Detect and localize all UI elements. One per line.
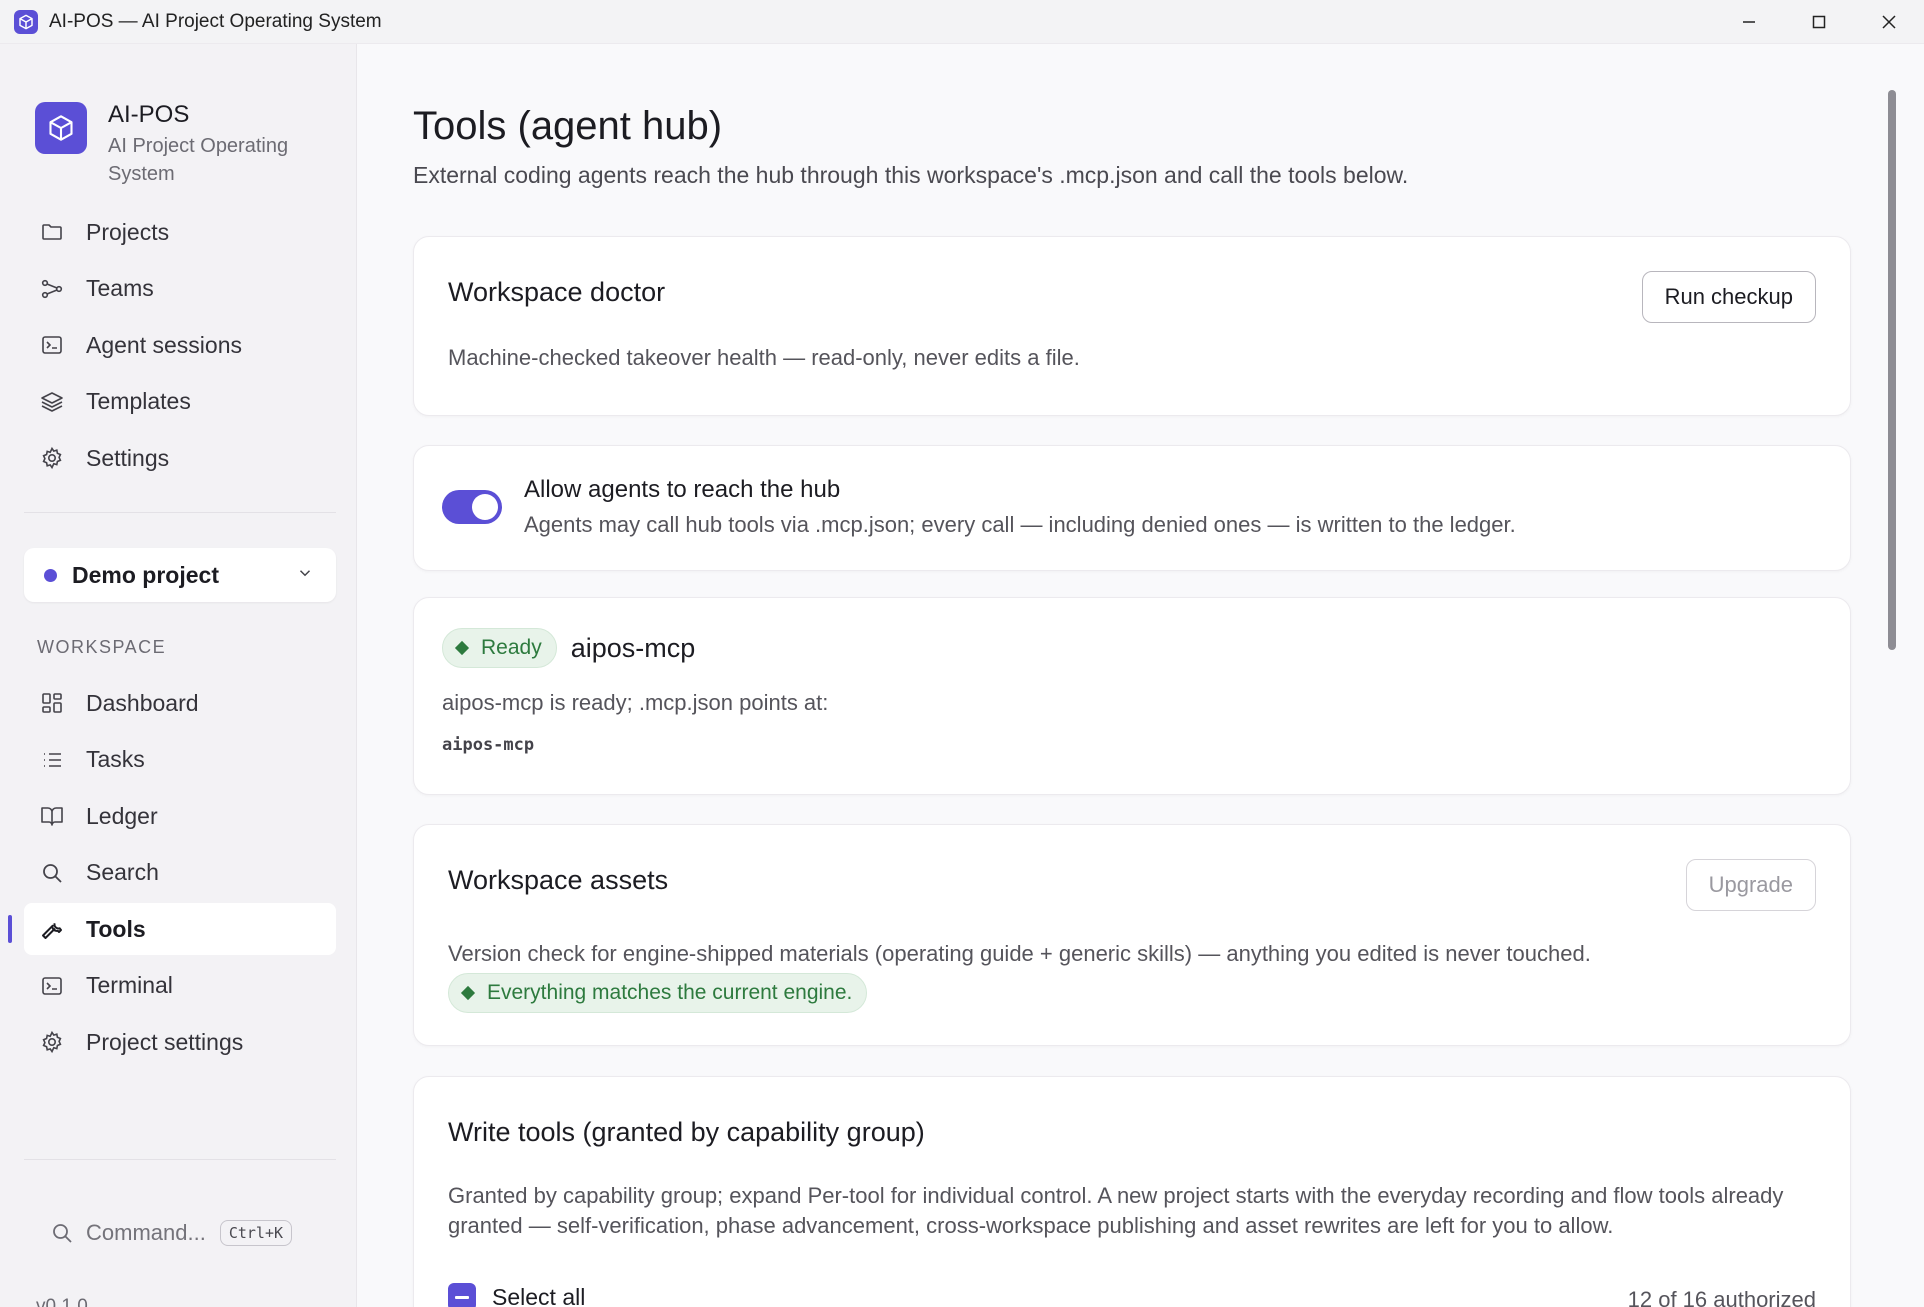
select-all-label: Select all [492,1283,586,1307]
grid-icon [38,689,66,717]
card-title: Workspace doctor [448,277,666,307]
project-color-dot [44,568,57,582]
select-all-checkbox[interactable] [448,1283,476,1307]
server-description: aipos-mcp is ready; .mcp.json points at: [442,690,829,715]
command-palette-button[interactable]: Command... Ctrl+K [50,1220,293,1246]
nav-label: Templates [86,388,191,414]
layers-icon [38,388,66,416]
indeterminate-mark [455,1295,469,1299]
nav-item-terminal[interactable]: Terminal [24,960,336,1012]
close-button[interactable] [1854,0,1924,44]
workspace-assets-card: Workspace assets Upgrade Version check f… [413,824,1851,1046]
status-badge: Ready [442,628,557,668]
nav-label: Tools [86,915,146,942]
nav-label: Tasks [86,746,145,772]
card-description: Machine-checked takeover health — read-o… [448,345,1080,370]
title-bar: AI-POS — AI Project Operating System [0,0,1924,44]
nav-item-agent-sessions[interactable]: Agent sessions [24,319,336,371]
share-nodes-icon [38,275,66,303]
upgrade-button[interactable]: Upgrade [1685,859,1816,911]
nav-item-templates[interactable]: Templates [24,376,336,428]
minimize-button[interactable] [1714,0,1784,44]
global-nav: Projects Teams Agent sessions Templates … [24,206,336,489]
toggle-description: Agents may call hub tools via .mcp.json;… [524,512,1516,537]
version-label: v0.1.0 [36,1296,88,1307]
allow-agents-card: Allow agents to reach the hub Agents may… [413,445,1851,571]
sidebar-divider [24,512,336,513]
workspace-doctor-card: Workspace doctor Run checkup Machine-che… [413,236,1851,416]
terminal-icon [38,331,66,359]
workspace-nav: Dashboard Tasks Ledger Search Tools Term… [8,677,336,1073]
gear-icon [38,444,66,472]
page-title: Tools (agent hub) [413,104,723,148]
card-description: Version check for engine-shipped materia… [448,941,1591,966]
app-cube-icon [14,9,38,34]
toggle-label: Allow agents to reach the hub [524,476,841,503]
sidebar: AI-POS AI Project Operating System Proje… [0,44,357,1307]
status-diamond-icon [460,985,476,1001]
maximize-button[interactable] [1784,0,1854,44]
chevron-down-icon [296,564,314,587]
book-icon [38,802,66,830]
nav-label: Search [86,859,159,885]
select-all-row[interactable]: Select all [448,1283,585,1307]
write-tools-card: Write tools (granted by capability group… [413,1076,1851,1307]
search-icon [50,1221,74,1245]
server-command: aipos-mcp [442,735,535,755]
status-diamond-icon [454,640,470,656]
command-label: Command... [86,1220,206,1245]
nav-label: Project settings [86,1028,244,1055]
nav-label: Teams [86,275,154,301]
card-title: Write tools (granted by capability group… [448,1117,925,1147]
nav-label: Ledger [86,802,158,829]
nav-item-teams[interactable]: Teams [24,263,336,315]
terminal-icon [38,972,66,1000]
nav-item-search[interactable]: Search [24,847,336,899]
nav-item-ledger[interactable]: Ledger [24,790,336,842]
section-label-workspace: WORKSPACE [37,637,167,657]
brand: AI-POS AI Project Operating System [35,100,308,188]
nav-item-tasks[interactable]: Tasks [24,734,336,786]
brand-name: AI-POS [108,101,190,128]
server-name: aipos-mcp [570,632,696,663]
search-icon [38,859,66,887]
project-selector[interactable]: Demo project [24,548,336,602]
assets-status-badge: Everything matches the current engine. [448,973,868,1013]
page-subtitle: External coding agents reach the hub thr… [413,162,1409,188]
list-icon [38,746,66,774]
folder-icon [38,218,66,246]
nav-label: Agent sessions [86,331,242,358]
nav-label: Terminal [86,972,173,998]
mcp-server-card: Ready aipos-mcp aipos-mcp is ready; .mcp… [413,597,1851,795]
main-content: Tools (agent hub) External coding agents… [358,44,1904,1307]
nav-item-projects[interactable]: Projects [24,206,336,258]
brand-subtitle: AI Project Operating System [108,135,289,185]
card-title: Workspace assets [448,865,669,895]
status-text: Ready [481,636,542,659]
authorized-count: 12 of 16 authorized [1627,1287,1816,1307]
sidebar-divider [24,1159,336,1160]
gear-icon [38,1028,66,1056]
window-title: AI-POS — AI Project Operating System [49,10,382,32]
nav-item-dashboard[interactable]: Dashboard [24,677,336,729]
shortcut-badge: Ctrl+K [219,1220,293,1246]
nav-item-tools[interactable]: Tools [8,903,336,955]
cube-logo-icon [35,102,87,154]
run-checkup-button[interactable]: Run checkup [1641,271,1816,323]
toggle-knob [472,494,498,520]
nav-label: Dashboard [86,689,199,716]
assets-status-text: Everything matches the current engine. [487,981,853,1004]
project-selector-value: Demo project [72,561,219,588]
nav-item-project-settings[interactable]: Project settings [24,1016,336,1068]
allow-agents-toggle[interactable] [442,490,502,524]
wrench-icon [38,915,66,943]
nav-label: Projects [86,218,170,245]
scrollbar-thumb[interactable] [1888,90,1896,650]
card-description: Granted by capability group; expand Per-… [448,1183,1784,1238]
nav-label: Settings [86,444,170,471]
nav-item-settings[interactable]: Settings [24,432,336,484]
